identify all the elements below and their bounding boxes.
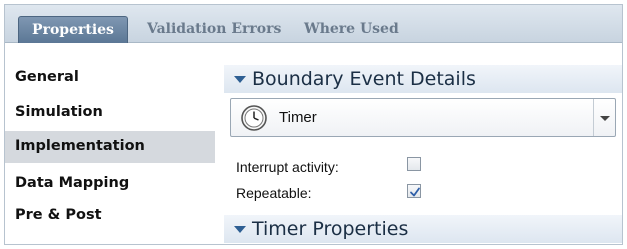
nav-item-implementation[interactable]: Implementation [5, 131, 215, 163]
clock-icon [241, 105, 267, 135]
event-type-value: Timer [279, 109, 317, 126]
boundary-event-details-header[interactable]: Boundary Event Details [224, 65, 622, 93]
properties-view: Properties Validation Errors Where Used … [4, 4, 623, 245]
collapse-triangle-icon[interactable] [234, 76, 246, 83]
section-title: Boundary Event Details [252, 68, 476, 90]
tab-properties[interactable]: Properties [18, 16, 128, 43]
repeatable-label: Repeatable: [236, 185, 312, 201]
details-panel: Boundary Event Details Timer Interrupt a… [224, 44, 622, 244]
nav-item-data-mapping[interactable]: Data Mapping [5, 168, 215, 200]
repeatable-checkbox[interactable] [407, 184, 421, 198]
tab-where-used[interactable]: Where Used [304, 16, 399, 43]
interrupt-activity-label: Interrupt activity: [236, 159, 339, 175]
checkmark-icon [410, 187, 420, 197]
event-type-dropdown[interactable]: Timer [230, 98, 616, 137]
nav-item-simulation[interactable]: Simulation [5, 97, 215, 129]
tab-validation-errors[interactable]: Validation Errors [147, 16, 281, 43]
interrupt-activity-checkbox[interactable] [407, 157, 421, 171]
section-title: Timer Properties [252, 218, 409, 240]
section-navigation: General Simulation Implementation Data M… [5, 44, 215, 244]
nav-item-general[interactable]: General [5, 62, 215, 94]
collapse-triangle-icon[interactable] [234, 226, 246, 233]
nav-item-pre-post[interactable]: Pre & Post [5, 200, 215, 232]
timer-properties-header[interactable]: Timer Properties [224, 215, 622, 243]
dropdown-arrow-icon[interactable] [593, 99, 615, 136]
tab-strip: Properties Validation Errors Where Used [5, 5, 622, 43]
